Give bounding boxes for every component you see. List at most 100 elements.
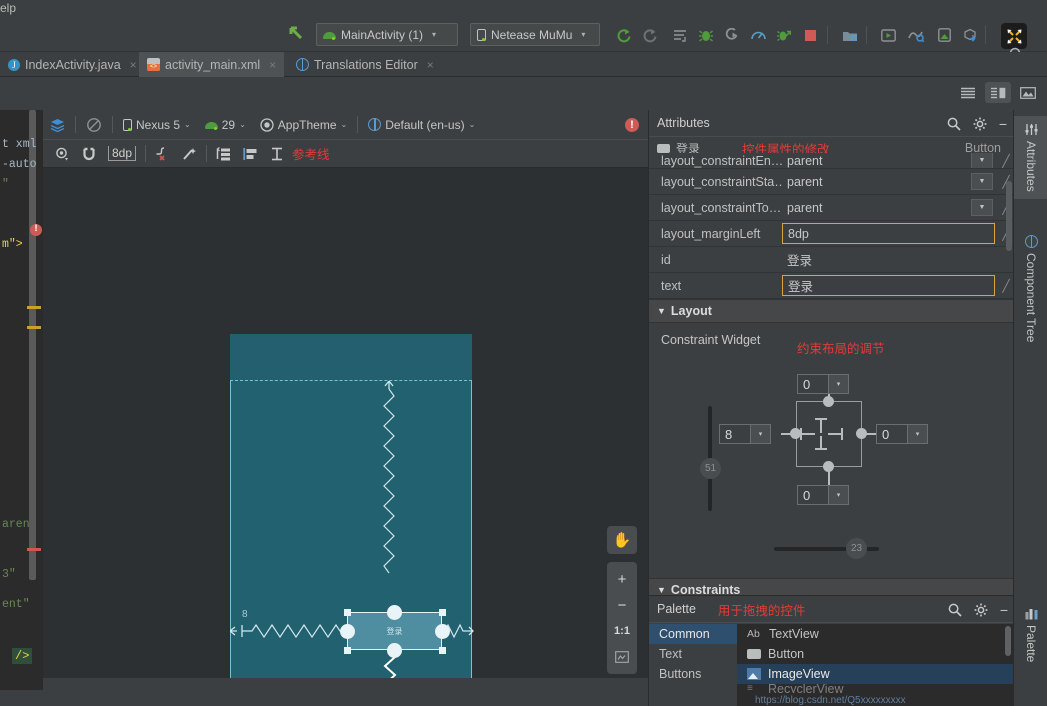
code-view-button[interactable] [955, 82, 981, 103]
rail-tab-attributes[interactable]: Attributes [1014, 116, 1047, 199]
error-badge[interactable]: ! [30, 224, 42, 236]
tab-indexactivity-java[interactable]: J IndexActivity.java × [0, 52, 145, 77]
align-button[interactable] [237, 140, 264, 168]
view-options-button[interactable] [43, 140, 76, 168]
chevron-down-icon[interactable]: ▼ [971, 153, 993, 168]
api-level-selector[interactable]: 29 ⌄ [198, 110, 253, 140]
design-surface-button[interactable] [43, 110, 72, 140]
vertical-top-handle[interactable] [820, 419, 822, 433]
pin-icon[interactable]: ╱ [999, 154, 1013, 168]
device-selector[interactable]: Netease MuMu ▾ [470, 23, 600, 46]
palette-items-scrollbar[interactable] [1005, 626, 1011, 656]
layout-marginleft-input[interactable]: 8dp [782, 223, 995, 244]
attributes-list[interactable]: layout_constraintEn… parent ▼ ╱ layout_c… [649, 153, 1013, 299]
text-input[interactable]: 登录 [782, 275, 995, 296]
chevron-down-icon[interactable]: ▾ [828, 375, 848, 393]
device-selector-design[interactable]: Nexus 5 ⌄ [116, 110, 198, 140]
palette-item-textview[interactable]: Ab TextView [737, 624, 1014, 644]
zoom-in-button[interactable]: + [607, 566, 637, 592]
vertical-bias-value[interactable]: 51 [700, 458, 721, 479]
zoom-fit-button[interactable] [607, 644, 637, 670]
menu-item-help[interactable]: elp [0, 1, 16, 15]
constraint-widget-area[interactable]: Constraint Widget 约束布局的调节 0 ▾ 0 ▾ 8 ▾ 0 … [649, 323, 1013, 578]
guideline-button[interactable] [264, 140, 290, 168]
chevron-down-icon[interactable]: ▼ [971, 173, 993, 190]
constraint-anchor-top[interactable] [387, 605, 402, 620]
layout-section-header[interactable]: ▼ Layout [649, 299, 1013, 323]
table-row[interactable]: layout_constraintSta… parent ▼ ╱ [649, 169, 1013, 195]
design-canvas[interactable]: 8 登录 ✋ + − 1:1 [43, 168, 649, 690]
minimize-icon[interactable]: − [1000, 602, 1008, 618]
design-error-badge[interactable]: ! [625, 118, 639, 132]
palette-categories[interactable]: Common Text Buttons [649, 624, 737, 706]
chevron-down-icon[interactable]: ▾ [907, 425, 927, 443]
autoconnect-button[interactable] [76, 140, 102, 168]
close-icon[interactable]: × [130, 58, 137, 72]
tab-activity-main-xml[interactable]: activity_main.xml × [139, 52, 285, 77]
table-row[interactable]: layout_marginLeft 8dp ╱ [649, 221, 1013, 247]
horizontal-left-handle[interactable] [801, 433, 815, 435]
back-arrow-icon[interactable] [288, 25, 310, 45]
pan-tool-button[interactable]: ✋ [607, 526, 637, 554]
default-margin-button[interactable]: 8dp [108, 146, 137, 161]
blueprint-toggle-button[interactable] [79, 110, 109, 140]
constraint-anchor-bottom[interactable] [387, 643, 402, 658]
pin-icon[interactable]: ╱ [999, 279, 1013, 293]
resize-handle-bottom-left[interactable] [344, 647, 351, 654]
run-button[interactable] [612, 23, 636, 47]
apply-changes-button[interactable] [638, 23, 662, 47]
close-icon[interactable]: × [427, 58, 434, 72]
rail-tab-palette[interactable]: Palette [1014, 600, 1047, 669]
gear-icon[interactable] [974, 603, 988, 617]
attribute-value[interactable]: parent [782, 172, 971, 192]
chevron-down-icon[interactable]: ▾ [828, 486, 848, 504]
layout-inspector-button[interactable] [904, 23, 928, 47]
palette-item-button[interactable]: Button [737, 644, 1014, 664]
minimize-icon[interactable]: − [999, 116, 1007, 132]
zoom-out-button[interactable]: − [607, 592, 637, 618]
table-row[interactable]: id 登录 [649, 247, 1013, 273]
debug-button[interactable] [694, 23, 718, 47]
clear-constraints-button[interactable] [149, 140, 176, 168]
top-margin-field[interactable]: 0 ▾ [797, 374, 849, 394]
table-row[interactable]: text 登录 ╱ [649, 273, 1013, 299]
close-icon[interactable]: × [269, 58, 276, 72]
palette-item-recyclerview[interactable]: ≡ RecyclerView [737, 684, 1014, 693]
rail-tab-component-tree[interactable]: Component Tree [1014, 228, 1047, 349]
table-row[interactable]: layout_constraintTo… parent ▼ ╱ [649, 195, 1013, 221]
attribute-value[interactable]: parent [782, 153, 971, 168]
table-row[interactable]: layout_constraintEn… parent ▼ ╱ [649, 153, 1013, 169]
run-anything-button[interactable] [772, 23, 796, 47]
palette-category-text[interactable]: Text [649, 644, 737, 664]
locale-selector[interactable]: Default (en-us) ⌄ [361, 110, 482, 140]
palette-category-buttons[interactable]: Buttons [649, 664, 737, 684]
zoom-actual-button[interactable]: 1:1 [607, 618, 637, 644]
left-margin-field[interactable]: 8 ▾ [719, 424, 771, 444]
chevron-down-icon[interactable]: ▼ [971, 199, 993, 216]
gear-icon[interactable] [973, 117, 987, 131]
id-input[interactable]: 登录 [782, 250, 999, 270]
avd-manager-button[interactable] [876, 23, 900, 47]
right-margin-field[interactable]: 0 ▾ [876, 424, 928, 444]
design-view-button[interactable] [1015, 82, 1041, 103]
bottom-margin-field[interactable]: 0 ▾ [797, 485, 849, 505]
attribute-value[interactable]: parent [782, 198, 971, 218]
tab-translations-editor[interactable]: Translations Editor × [288, 52, 442, 77]
chevron-down-icon[interactable]: ▾ [750, 425, 770, 443]
profiler-button[interactable] [746, 23, 770, 47]
pack-button[interactable] [210, 140, 237, 168]
theme-selector[interactable]: AppTheme ⌄ [253, 110, 354, 140]
code-editor-strip[interactable]: ! t xml -auto " m"> aren 3" ent" /> [0, 110, 42, 690]
run-configuration-selector[interactable]: MainActivity (1) ▾ [316, 23, 458, 46]
palette-category-common[interactable]: Common [649, 624, 737, 644]
device-preview[interactable]: 8 登录 [230, 334, 474, 690]
run-with-coverage-button[interactable] [668, 23, 692, 47]
horizontal-bias-value[interactable]: 23 [846, 538, 867, 559]
attach-debugger-button[interactable] [720, 23, 744, 47]
split-view-button[interactable] [985, 82, 1011, 103]
resize-handle-bottom-right[interactable] [439, 647, 446, 654]
constraint-anchor-right[interactable] [435, 624, 450, 639]
resize-handle-top-right[interactable] [439, 609, 446, 616]
palette-item-imageview[interactable]: ImageView [737, 664, 1014, 684]
gradle-sync-button[interactable] [958, 23, 982, 47]
